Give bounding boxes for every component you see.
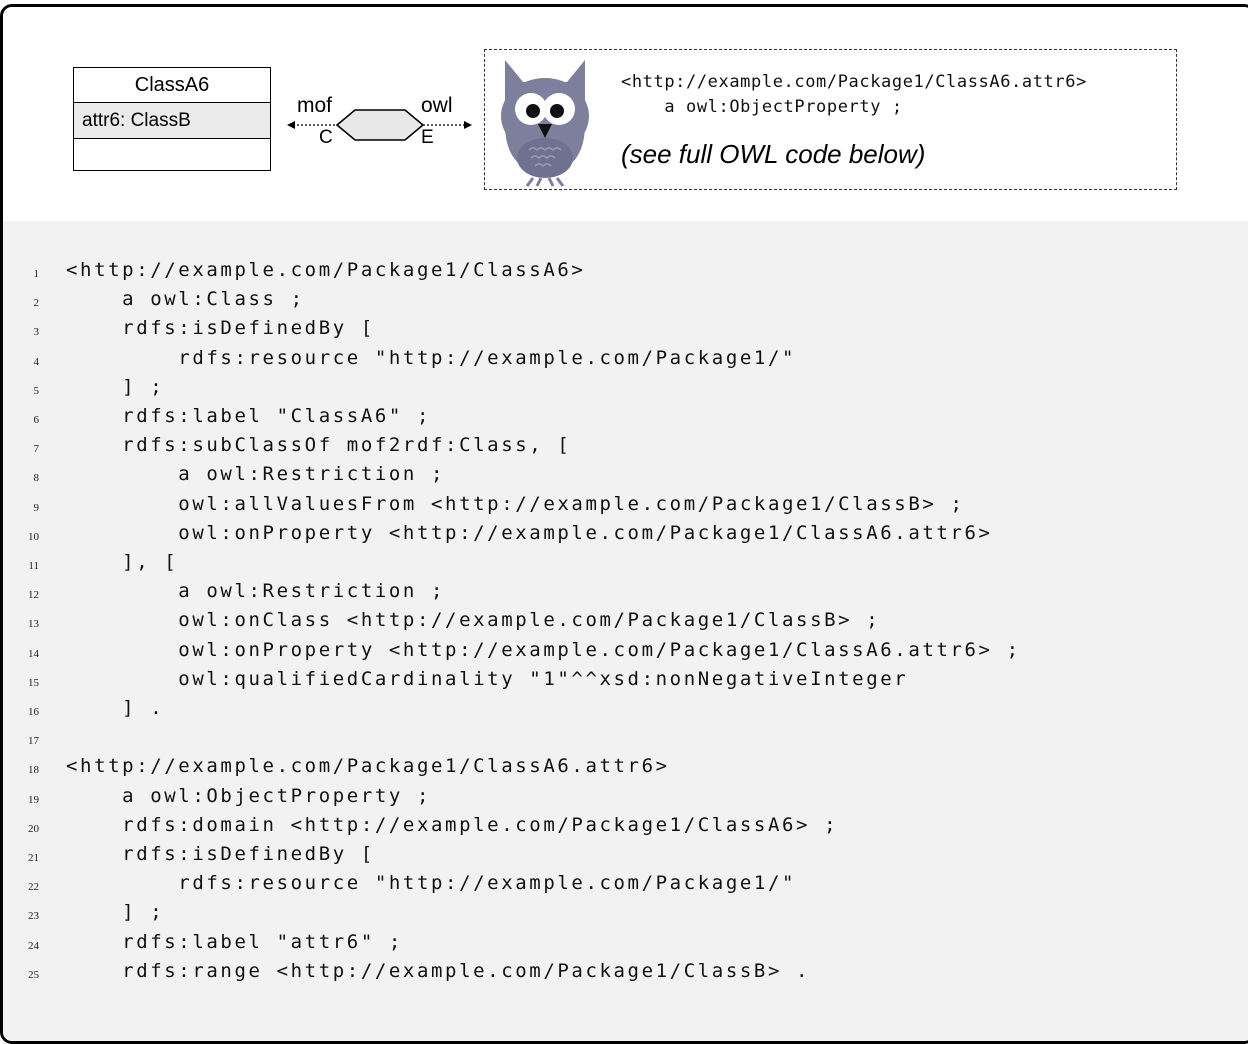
code-text: rdfs:domain <http://example.com/Package1…	[66, 813, 839, 836]
code-text: ] ;	[66, 901, 165, 924]
owl-note: (see full OWL code below)	[621, 139, 926, 169]
line-number: 23	[28, 910, 39, 923]
line-number: 6	[33, 414, 40, 426]
mapping-arrows	[287, 109, 472, 141]
figure-frame: ClassA6 attr6: ClassB mof C owl E <http:…	[0, 4, 1248, 1044]
code-text: ] ;	[66, 375, 165, 398]
owl-mascot-icon	[501, 60, 589, 187]
line-number: 9	[33, 501, 40, 514]
uml-class-attribute: attr6: ClassB	[74, 103, 270, 139]
line-number: 2	[33, 297, 40, 310]
line-number: 10	[28, 530, 39, 543]
code-text: a owl:ObjectProperty ;	[66, 784, 432, 807]
line-number: 14	[28, 647, 39, 660]
line-number: 20	[28, 822, 39, 835]
code-text: owl:onProperty <http://example.com/Packa…	[66, 521, 993, 544]
code-text: rdfs:isDefinedBy [	[66, 317, 375, 340]
code-text: owl:onClass <http://example.com/Package1…	[66, 609, 881, 632]
line-number: 22	[28, 881, 39, 894]
right-arrow	[423, 121, 472, 129]
line-number: 24	[28, 939, 39, 952]
code-text: ], [	[66, 551, 179, 573]
code-text: owl:onProperty <http://example.com/Packa…	[66, 638, 1021, 661]
diagram-panel: ClassA6 attr6: ClassB mof C owl E <http:…	[3, 7, 1248, 221]
line-number: 19	[28, 793, 39, 806]
line-number: 18	[28, 764, 39, 777]
left-arrow	[287, 121, 337, 129]
uml-class-box: ClassA6 attr6: ClassB	[73, 67, 271, 171]
code-text: rdfs:label "ClassA6" ;	[66, 405, 432, 427]
line-number: 13	[28, 618, 39, 631]
line-number: 7	[33, 443, 40, 456]
code-panel: 1 <http://example.com/Package1/ClassA6> 2 …	[3, 221, 1248, 1041]
uml-class-name: ClassA6	[74, 68, 270, 103]
code-text: <http://example.com/Package1/ClassA6.att…	[66, 755, 670, 778]
line-number: 5	[33, 384, 40, 397]
line-number: 1	[33, 268, 40, 280]
owl-snippet-line-1: <http://example.com/Package1/ClassA6.att…	[621, 72, 1087, 92]
line-number: 15	[28, 676, 39, 689]
line-number: 16	[28, 706, 39, 718]
line-number: 25	[28, 968, 39, 981]
line-number: 8	[33, 472, 40, 485]
code-text: rdfs:range <http://example.com/Package1/…	[66, 959, 811, 982]
code-text: rdfs:isDefinedBy [	[66, 843, 375, 865]
hexagon-transform-icon	[335, 109, 425, 141]
code-text: ] .	[66, 697, 165, 719]
code-text: a owl:Restriction ;	[66, 463, 446, 486]
code-text: rdfs:resource "http://example.com/Packag…	[66, 346, 797, 369]
line-number: 11	[28, 560, 39, 572]
code-text: a owl:Restriction ;	[66, 580, 446, 603]
owl-output-box: <http://example.com/Package1/ClassA6.att…	[484, 49, 1177, 190]
owl-snippet-line-2: a owl:ObjectProperty ;	[621, 97, 903, 117]
code-text: rdfs:resource "http://example.com/Packag…	[66, 872, 797, 895]
line-number: 17	[28, 735, 39, 748]
code-text: a owl:Class ;	[66, 288, 305, 311]
code-text: rdfs:subClassOf mof2rdf:Class, [	[66, 434, 572, 457]
code-text: owl:qualifiedCardinality "1"^^xsd:nonNeg…	[66, 667, 909, 690]
line-number: 3	[33, 326, 40, 339]
line-number: 12	[28, 589, 39, 602]
line-number: 21	[28, 852, 39, 864]
code-text: owl:allValuesFrom <http://example.com/Pa…	[66, 492, 965, 515]
code-text: rdfs:label "attr6" ;	[66, 930, 403, 953]
code-text: <http://example.com/Package1/ClassA6>	[66, 259, 586, 281]
line-number: 4	[33, 355, 40, 368]
